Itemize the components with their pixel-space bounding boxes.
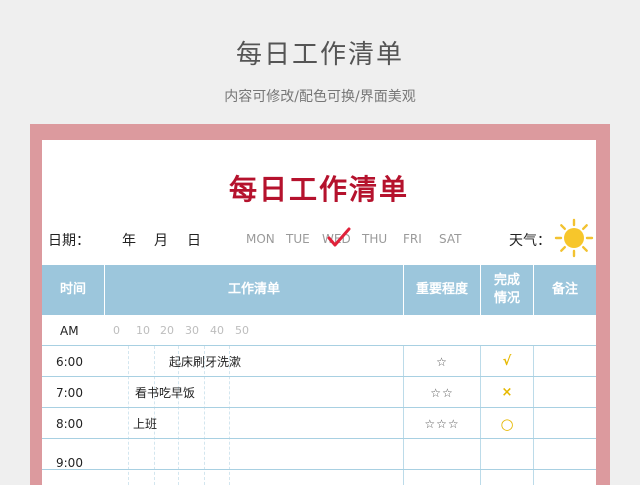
ruler-tick: 10 xyxy=(136,324,150,337)
weekday-thu[interactable]: THU xyxy=(362,232,387,246)
am-label: AM xyxy=(60,323,79,338)
row-status[interactable]: × xyxy=(481,377,533,408)
row-importance[interactable] xyxy=(404,439,480,470)
weather-label: 天气： xyxy=(509,233,551,249)
weekday-mon[interactable]: MON xyxy=(246,232,275,246)
table-row[interactable]: 7:00 看书吃早饭 ☆☆ × xyxy=(42,377,596,408)
weekday-sat[interactable]: SAT xyxy=(439,232,461,246)
col-importance: 重要程度 xyxy=(415,282,468,297)
row-status[interactable] xyxy=(481,439,533,470)
row-task[interactable]: 起床刷牙洗漱 xyxy=(169,346,241,377)
ruler-tick: 0 xyxy=(113,324,120,337)
ruler-tick: 50 xyxy=(235,324,249,337)
page-title: 每日工作清单 xyxy=(235,40,404,70)
ruler-tick: 20 xyxy=(160,324,174,337)
row-time: 9:00 xyxy=(56,455,83,470)
table-header: 时间 工作清单 重要程度 完成 情况 备注 xyxy=(42,265,596,315)
row-time: 7:00 xyxy=(56,385,83,400)
row-status[interactable]: √ xyxy=(481,346,533,377)
page-subtitle: 内容可修改/配色可换/界面美观 xyxy=(224,89,416,105)
ruler-row: AM 0 10 20 30 40 50 xyxy=(42,315,596,346)
weekday-fri[interactable]: FRI xyxy=(403,232,422,246)
ruler-tick: 40 xyxy=(210,324,224,337)
weekday-tue[interactable]: TUE xyxy=(286,232,310,246)
col-notes: 备注 xyxy=(551,282,578,297)
sheet-title: 每日工作清单 xyxy=(228,173,409,206)
table-row[interactable]: 9:00 xyxy=(42,439,596,470)
table-body: AM 0 10 20 30 40 50 6:00 起床刷牙洗漱 ☆ √ 7:00… xyxy=(42,315,596,485)
row-time: 8:00 xyxy=(56,416,83,431)
row-task[interactable]: 看书吃早饭 xyxy=(135,377,195,408)
table-row[interactable]: 6:00 起床刷牙洗漱 ☆ √ xyxy=(42,346,596,377)
col-task: 工作清单 xyxy=(227,282,280,297)
col-time: 时间 xyxy=(59,282,86,297)
row-importance[interactable]: ☆☆ xyxy=(404,377,480,408)
year-label: 年 xyxy=(122,233,136,249)
month-label: 月 xyxy=(154,233,168,249)
ruler-tick: 30 xyxy=(185,324,199,337)
row-time: 6:00 xyxy=(56,354,83,369)
day-label: 日 xyxy=(187,233,201,249)
table-row[interactable]: 8:00 上班 ☆☆☆ ○ xyxy=(42,408,596,439)
worksheet: 每日工作清单 日期： 年 月 日 MON TUE WED THU FRI SAT… xyxy=(42,140,596,485)
col-status: 完成 情况 xyxy=(493,273,520,306)
row-importance[interactable]: ☆ xyxy=(404,346,480,377)
checkmark-icon xyxy=(327,227,351,247)
row-status[interactable]: ○ xyxy=(481,408,533,439)
date-label: 日期： xyxy=(48,233,90,249)
row-importance[interactable]: ☆☆☆ xyxy=(404,408,480,439)
template-frame: 每日工作清单 日期： 年 月 日 MON TUE WED THU FRI SAT… xyxy=(30,124,610,485)
row-task[interactable]: 上班 xyxy=(133,408,157,439)
date-row: 日期： 年 月 日 MON TUE WED THU FRI SAT 天气： xyxy=(42,218,596,258)
sun-icon xyxy=(554,218,594,258)
